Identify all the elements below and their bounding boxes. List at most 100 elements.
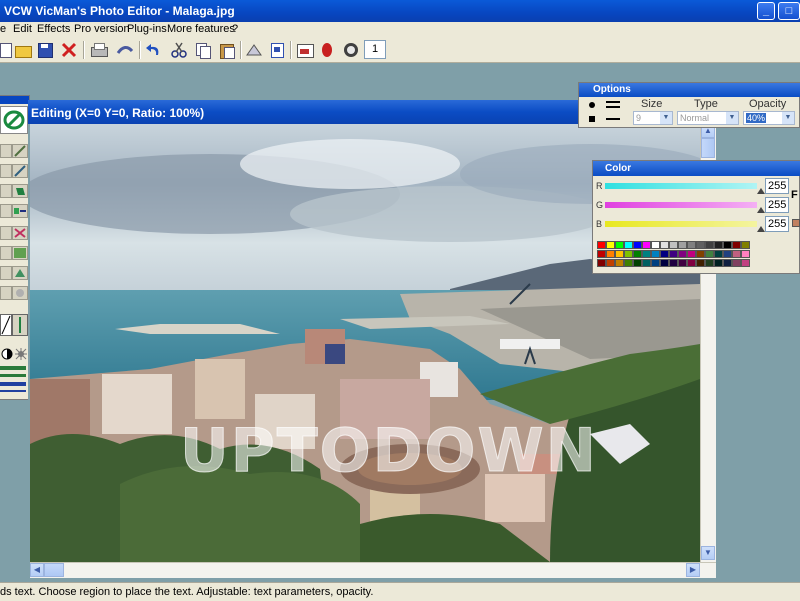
color-swatch[interactable] (687, 259, 696, 267)
red-value-field[interactable]: 255 (765, 178, 789, 194)
color-swatch[interactable] (723, 259, 732, 267)
image-tools-icon[interactable] (245, 41, 263, 59)
scroll-left-icon[interactable]: ◀ (30, 563, 44, 577)
color-swatch[interactable] (714, 250, 723, 258)
effect-tool-icon[interactable] (12, 246, 28, 260)
align-bottom-icon[interactable] (605, 113, 621, 125)
blue-slider[interactable] (605, 221, 757, 227)
color-preview-swatch[interactable] (792, 219, 800, 227)
color-swatch[interactable] (723, 250, 732, 258)
menu-pro-version[interactable]: Pro version (74, 23, 130, 35)
brightness-icon[interactable] (14, 348, 28, 360)
blue-slider-thumb[interactable] (757, 226, 765, 232)
pencil-tool-icon[interactable] (12, 164, 28, 178)
color-swatch[interactable] (678, 241, 687, 249)
color-swatch[interactable] (741, 250, 750, 258)
line-style-green[interactable] (0, 366, 26, 370)
line-style-blue[interactable] (0, 382, 26, 386)
color-swatch[interactable] (678, 250, 687, 258)
heal-tool-icon[interactable] (12, 226, 28, 240)
paste-icon[interactable] (218, 41, 236, 59)
text-tool-icon[interactable] (0, 106, 28, 134)
portrait-icon[interactable] (342, 41, 360, 59)
color-swatch[interactable] (651, 259, 660, 267)
align-top-icon[interactable] (585, 113, 599, 125)
color-swatch[interactable] (714, 259, 723, 267)
watermark-text[interactable]: UPTODOWN (180, 416, 598, 487)
menu-help[interactable]: ? (232, 23, 238, 35)
color-swatch[interactable] (642, 241, 651, 249)
green-slider-thumb[interactable] (757, 207, 765, 213)
color-swatch[interactable] (624, 241, 633, 249)
blue-value-field[interactable]: 255 (765, 216, 789, 232)
color-swatch[interactable] (633, 259, 642, 267)
blur-tool-icon[interactable] (12, 286, 28, 300)
resize-icon[interactable] (12, 314, 28, 336)
size-select[interactable]: 9 ▼ (633, 111, 673, 125)
color-swatch[interactable] (624, 259, 633, 267)
undo-icon[interactable] (145, 41, 163, 59)
color-swatch[interactable] (696, 241, 705, 249)
color-swatch[interactable] (651, 241, 660, 249)
type-select[interactable]: Normal ▼ (677, 111, 739, 125)
color-swatch[interactable] (633, 250, 642, 258)
fill-tool-icon[interactable] (0, 184, 12, 198)
color-swatch[interactable] (606, 259, 615, 267)
document-icon[interactable] (268, 41, 286, 59)
color-swatch[interactable] (669, 250, 678, 258)
color-swatch[interactable] (615, 259, 624, 267)
zoom-tool-icon[interactable] (0, 246, 12, 260)
color-swatch[interactable] (633, 241, 642, 249)
color-swatch[interactable] (741, 241, 750, 249)
color-swatch[interactable] (705, 241, 714, 249)
open-folder-icon[interactable] (14, 41, 32, 59)
scan-icon[interactable] (116, 41, 134, 59)
bucket-tool-icon[interactable] (12, 184, 28, 198)
new-file-icon[interactable] (0, 41, 14, 59)
red-slider[interactable] (605, 183, 757, 189)
color-swatch[interactable] (597, 259, 606, 267)
lasso-tool-icon[interactable] (0, 164, 12, 178)
color-swatch[interactable] (687, 250, 696, 258)
contrast-icon[interactable] (0, 348, 14, 360)
color-swatch[interactable] (660, 241, 669, 249)
page-number-field[interactable]: 1 (364, 40, 386, 59)
horizontal-scrollbar[interactable]: ◀ ▶ (30, 562, 716, 578)
color-swatch[interactable] (660, 259, 669, 267)
maximize-button[interactable]: □ (778, 2, 800, 20)
color-swatch[interactable] (642, 259, 651, 267)
line-style-blue-thin[interactable] (0, 390, 26, 392)
eraser-tool-icon[interactable] (0, 286, 12, 300)
brush-tool-icon[interactable] (12, 144, 28, 158)
color-swatch[interactable] (651, 250, 660, 258)
gradient-tool-icon[interactable] (0, 266, 12, 280)
color-swatch[interactable] (696, 259, 705, 267)
color-swatch[interactable] (615, 241, 624, 249)
color-swatch[interactable] (660, 250, 669, 258)
menu-plug-ins[interactable]: Plug-ins (127, 23, 167, 35)
face-icon[interactable] (318, 41, 336, 59)
color-swatch[interactable] (606, 250, 615, 258)
color-swatch[interactable] (705, 250, 714, 258)
green-slider[interactable] (605, 202, 757, 208)
color-swatch[interactable] (732, 250, 741, 258)
clone-tool-icon[interactable] (0, 226, 12, 240)
color-swatch[interactable] (615, 250, 624, 258)
color-swatch[interactable] (642, 250, 651, 258)
color-swatch[interactable] (714, 241, 723, 249)
save-icon[interactable] (36, 41, 54, 59)
align-left-icon[interactable] (585, 99, 599, 111)
color-swatch[interactable] (606, 241, 615, 249)
menu-edit[interactable]: Edit (13, 23, 32, 35)
cut-icon[interactable] (170, 41, 188, 59)
scroll-down-icon[interactable]: ▼ (701, 546, 715, 560)
line-style-green-thin[interactable] (0, 374, 26, 377)
red-slider-thumb[interactable] (757, 188, 765, 194)
color-swatch[interactable] (624, 250, 633, 258)
opacity-select[interactable]: 40% ▼ (743, 111, 795, 125)
menu-more-features[interactable]: More features (167, 23, 235, 35)
align-center-icon[interactable] (605, 99, 621, 111)
menu-effects[interactable]: Effects (37, 23, 70, 35)
copy-icon[interactable] (194, 41, 212, 59)
color-swatch[interactable] (597, 250, 606, 258)
